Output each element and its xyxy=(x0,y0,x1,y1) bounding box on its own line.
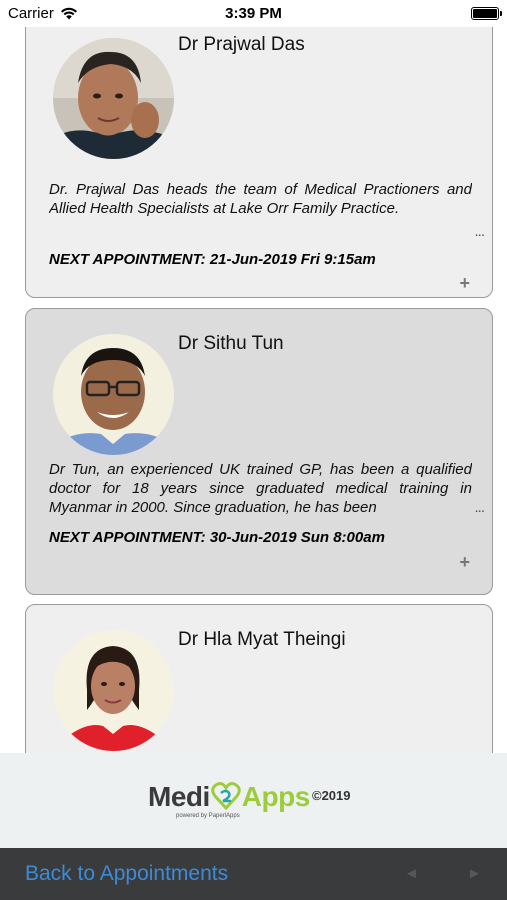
doctor-name: Dr Prajwal Das xyxy=(178,34,305,55)
doctor-name: Dr Hla Myat Theingi xyxy=(178,629,346,650)
doctor-description: Dr. Prajwal Das heads the team of Medica… xyxy=(49,181,472,217)
doctor-description: Dr Tun, an experienced UK trained GP, ha… xyxy=(49,461,472,516)
medi2apps-logo: Medi Apps powered by PaperlApps xyxy=(148,781,311,819)
doctor-name: Dr Sithu Tun xyxy=(178,333,284,354)
more-ellipsis[interactable]: ... xyxy=(474,499,484,516)
logo-tagline: powered by PaperlApps xyxy=(176,813,240,819)
doctor-card[interactable]: Dr Hla Myat Theingi xyxy=(25,604,493,753)
heart-logo-icon xyxy=(211,782,241,811)
doctor-photo xyxy=(53,334,174,455)
battery-fill xyxy=(473,9,497,18)
back-to-appointments-link[interactable]: Back to Appointments xyxy=(25,862,228,886)
next-appointment: NEXT APPOINTMENT: 30-Jun-2019 Sun 8:00am xyxy=(49,529,385,546)
expand-plus-icon[interactable]: + xyxy=(459,274,470,292)
logo-apps-text: Apps xyxy=(241,781,311,812)
footer-band: Medi Apps powered by PaperlApps ©2019 xyxy=(0,753,507,848)
wifi-icon xyxy=(60,7,77,20)
doctor-list[interactable]: Dr Prajwal Das Dr. Prajwal Das heads the… xyxy=(0,27,507,753)
previous-arrow-icon[interactable]: ◄ xyxy=(404,865,419,882)
doctor-photo xyxy=(53,630,174,751)
next-appointment: NEXT APPOINTMENT: 21-Jun-2019 Fri 9:15am xyxy=(49,251,376,268)
battery-icon xyxy=(471,7,502,20)
doctor-photo xyxy=(53,38,174,159)
more-ellipsis[interactable]: ... xyxy=(474,223,484,240)
expand-plus-icon[interactable]: + xyxy=(459,553,470,571)
next-arrow-icon[interactable]: ► xyxy=(467,865,482,882)
status-bar: Carrier 3:39 PM xyxy=(0,0,507,27)
carrier-label: Carrier xyxy=(8,5,54,22)
logo-medi-text: Medi xyxy=(148,781,210,812)
doctor-card[interactable]: Dr Prajwal Das Dr. Prajwal Das heads the… xyxy=(25,27,493,298)
doctor-card[interactable]: Dr Sithu Tun Dr Tun, an experienced UK t… xyxy=(25,308,493,595)
status-left: Carrier xyxy=(8,5,78,22)
copyright-text: ©2019 xyxy=(312,788,351,803)
bottom-toolbar: Back to Appointments ◄ ► xyxy=(0,848,507,900)
